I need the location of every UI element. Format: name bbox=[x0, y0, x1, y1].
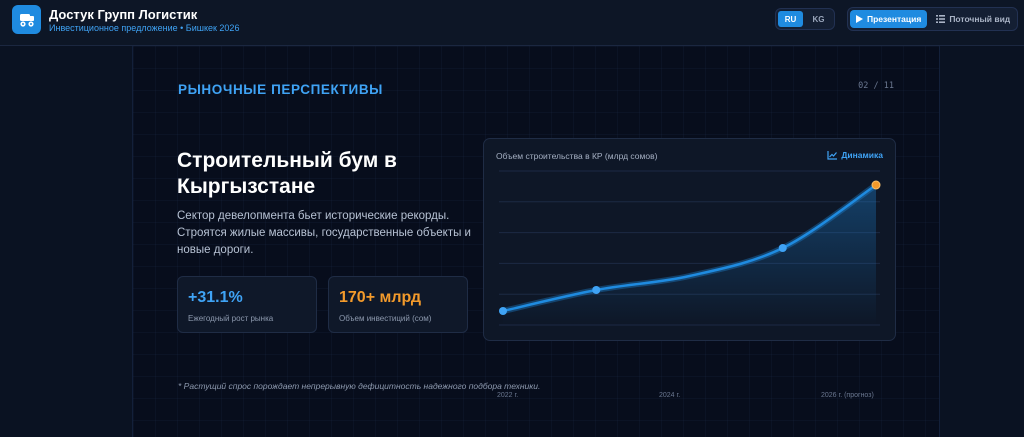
stat-card-investment: 170+ млрд Объем инвестиций (сом) bbox=[328, 276, 468, 333]
page-number: 02 / 11 bbox=[858, 81, 894, 91]
slide-headline: Строительный бум в Кыргызстане bbox=[177, 149, 397, 198]
truck-icon bbox=[19, 13, 34, 27]
section-title: РЫНОЧНЫЕ ПЕРСПЕКТИВЫ bbox=[178, 82, 384, 97]
series-area bbox=[503, 185, 876, 325]
stat-card-growth: +31.1% Ежегодный рост рынка bbox=[177, 276, 317, 333]
stat-label: Объем инвестиций (сом) bbox=[339, 314, 432, 323]
stat-value: 170+ млрд bbox=[339, 289, 422, 306]
data-point[interactable] bbox=[499, 307, 507, 315]
stat-label: Ежегодный рост рынка bbox=[188, 314, 274, 323]
logo bbox=[12, 5, 41, 34]
play-icon bbox=[856, 15, 863, 23]
presentation-view-button[interactable]: Презентация bbox=[850, 10, 928, 28]
x-tick-label: 2026 г. (прогноз) bbox=[821, 392, 874, 399]
app-header: Достук Групп Логистик Инвестиционное пре… bbox=[0, 0, 1024, 46]
footnote: * Растущий спрос порождает непрерывную д… bbox=[178, 381, 541, 391]
data-point[interactable] bbox=[871, 180, 881, 190]
x-tick-label: 2024 г. bbox=[659, 392, 681, 399]
x-tick-label: 2022 г. bbox=[497, 392, 519, 399]
lang-kg-button[interactable]: KG bbox=[806, 11, 831, 27]
app-title: Достук Групп Логистик bbox=[49, 7, 198, 22]
app-subtitle: Инвестиционное предложение • Бишкек 2026 bbox=[49, 23, 240, 33]
list-icon bbox=[936, 15, 946, 23]
chart-card: Объем строительства в КР (млрд сомов) Ди… bbox=[483, 138, 896, 341]
language-switch: RU KG bbox=[775, 8, 835, 30]
stream-view-label: Поточный вид bbox=[949, 14, 1011, 24]
slide-description: Сектор девелопмента бьет исторические ре… bbox=[177, 210, 471, 256]
view-mode-switch: Презентация Поточный вид bbox=[847, 7, 1018, 31]
slide: РЫНОЧНЫЕ ПЕРСПЕКТИВЫ 02 / 11 Строительны… bbox=[132, 46, 940, 437]
line-chart bbox=[499, 170, 881, 326]
presentation-view-label: Презентация bbox=[867, 14, 922, 24]
stat-value: +31.1% bbox=[188, 289, 243, 306]
data-point[interactable] bbox=[592, 286, 601, 294]
stream-view-button[interactable]: Поточный вид bbox=[930, 10, 1016, 28]
lang-ru-button[interactable]: RU bbox=[778, 11, 803, 27]
data-point[interactable] bbox=[778, 244, 787, 252]
